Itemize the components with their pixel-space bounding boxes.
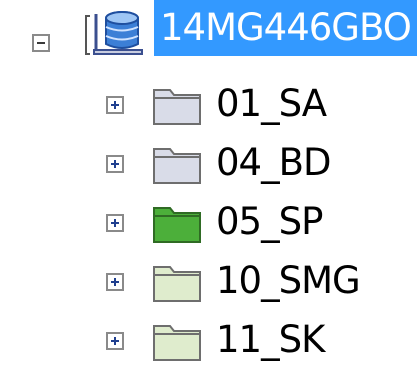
tree-item-01-sa[interactable]: 01_SA: [0, 74, 417, 132]
tree-item-11-sk[interactable]: 11_SK: [0, 310, 417, 368]
expand-icon[interactable]: [106, 332, 124, 350]
tree-item-label: 10_SMG: [216, 259, 361, 302]
tree-item-05-sp[interactable]: 05_SP: [0, 192, 417, 250]
tree-item-label: 04_BD: [216, 141, 331, 184]
database-icon: [85, 11, 143, 55]
folder-icon: [153, 325, 201, 361]
folder-icon: [153, 266, 201, 302]
tree-item-10-smg[interactable]: 10_SMG: [0, 251, 417, 309]
tree-item-label: 05_SP: [216, 200, 323, 243]
expand-icon[interactable]: [106, 273, 124, 291]
folder-icon: [153, 207, 201, 243]
tree-root-label[interactable]: 14MG446GBO: [154, 0, 417, 56]
folder-icon: [153, 148, 201, 184]
collapse-icon[interactable]: [32, 34, 50, 52]
project-tree: 14MG446GBO 01_SA 04_BD 05_SP 10_SMG 11_S…: [0, 0, 417, 369]
folder-icon: [153, 89, 201, 125]
tree-root-node[interactable]: 14MG446GBO: [0, 0, 417, 58]
tree-item-04-bd[interactable]: 04_BD: [0, 133, 417, 191]
tree-item-label: 11_SK: [216, 318, 325, 361]
expand-icon[interactable]: [106, 214, 124, 232]
expand-icon[interactable]: [106, 96, 124, 114]
tree-item-label: 01_SA: [216, 82, 327, 125]
expand-icon[interactable]: [106, 155, 124, 173]
